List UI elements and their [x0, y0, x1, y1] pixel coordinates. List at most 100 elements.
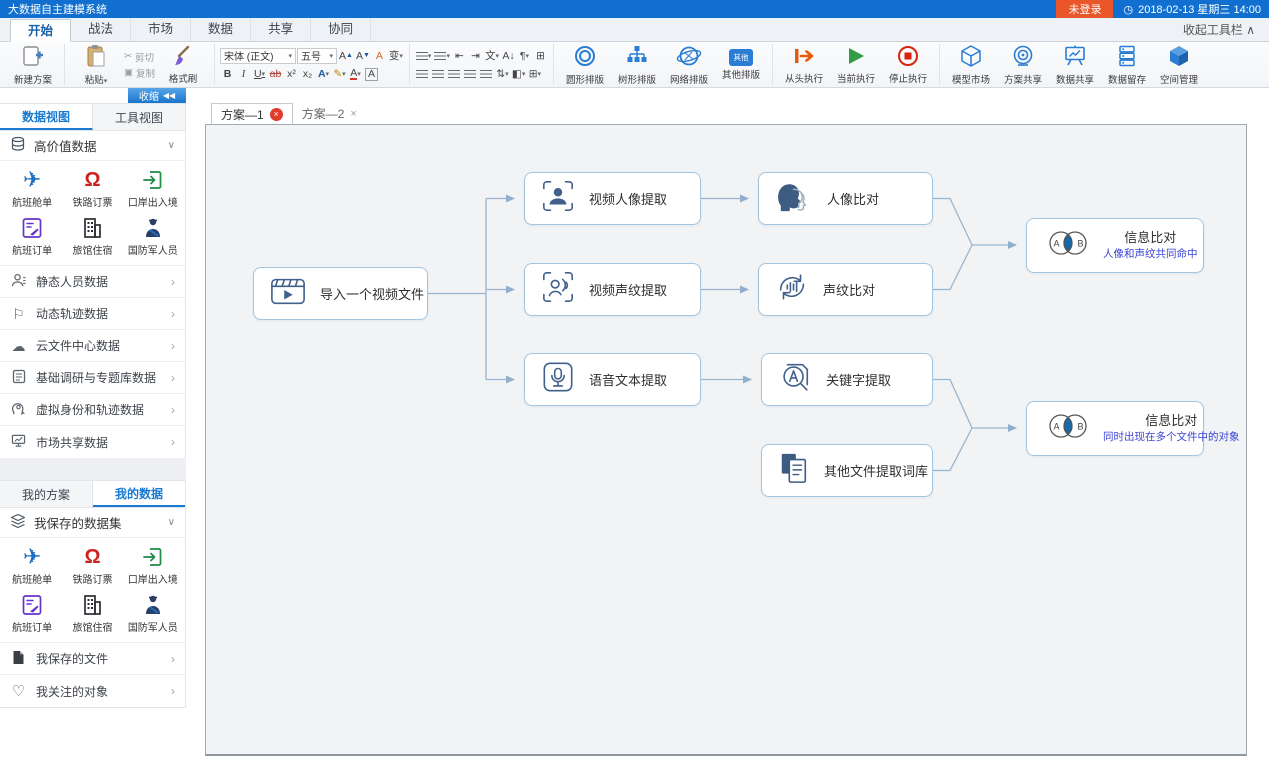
node-other-files-lexicon[interactable]: 其他文件提取词库 [761, 444, 933, 497]
tab-data-view[interactable]: 数据视图 [0, 104, 93, 130]
dataset-military-personnel[interactable]: 国防军人员 [123, 592, 183, 634]
font-family-select[interactable]: 宋体 (正文) ▾ [220, 48, 296, 64]
ribbon-tab-tactics[interactable]: 战法 [71, 18, 131, 41]
dataset-military-personnel[interactable]: 国防军人员 [123, 215, 183, 257]
show-marks-button[interactable]: ¶▾ [517, 48, 532, 63]
dataset-railway-ticket[interactable]: Ω 铁路订票 [62, 544, 122, 586]
sidebar-item-research-library-data[interactable]: 基础调研与专题库数据 › [0, 362, 185, 394]
dataset-flight-manifest[interactable]: ✈ 航班舱单 [2, 544, 62, 586]
shrink-font-button[interactable]: A▼ [355, 48, 371, 63]
node-import-video-file[interactable]: 导入一个视频文件 [253, 267, 428, 320]
sidebar-item-virtual-identity-data[interactable]: 虚拟身份和轨迹数据 › [0, 394, 185, 426]
tab-tool-view[interactable]: 工具视图 [93, 104, 185, 130]
flowchart-canvas[interactable]: 导入一个视频文件 视频人像提取 视频声纹提取 语音文本提取 人像比对 [205, 124, 1247, 756]
node-info-comparison-bottom[interactable]: AB 信息比对 同时出现在多个文件中的对象 [1026, 401, 1204, 456]
sidebar-item-static-person-data[interactable]: 静态人员数据 › [0, 266, 185, 298]
run-from-start-button[interactable]: 从头执行 [778, 44, 830, 86]
paste-button[interactable]: 粘贴▾ [70, 43, 122, 87]
ribbon-tab-start[interactable]: 开始 [10, 19, 71, 42]
borders-button[interactable]: ⊞▾ [527, 66, 542, 81]
asian-layout-button[interactable]: 文▾ [484, 48, 500, 63]
outdent-button[interactable]: ⇤ [452, 48, 467, 63]
indent-button[interactable]: ⇥ [468, 48, 483, 63]
ribbon-tab-share[interactable]: 共享 [251, 18, 311, 41]
data-share-button[interactable]: 数据共享 [1049, 43, 1101, 87]
tab-my-data[interactable]: 我的数据 [93, 481, 185, 507]
circular-layout-button[interactable]: 圆形排版 [559, 43, 611, 87]
clear-format-button[interactable]: A [372, 48, 387, 63]
sort-button[interactable]: A↓ [501, 48, 516, 63]
sidebar-collapse-button[interactable]: 收缩 ◀◀ [128, 88, 186, 103]
numbered-list-button[interactable]: ▾ [433, 48, 451, 63]
group-clipboard: 粘贴▾ ✂ 剪切 ▣ 复制 格式刷 [65, 44, 215, 85]
dataset-railway-ticket[interactable]: Ω 铁路订票 [62, 167, 122, 209]
insert-table-button[interactable]: ⊞ [533, 48, 548, 63]
distribute-button[interactable] [479, 66, 494, 81]
copy-button[interactable]: ▣ 复制 [122, 66, 157, 80]
node-info-comparison-top[interactable]: AB 信息比对 人像和声纹共同命中 [1026, 218, 1204, 273]
collapse-toolbar-button[interactable]: 收起工具栏 ∧ [1183, 21, 1269, 38]
ribbon-tab-data[interactable]: 数据 [191, 18, 251, 41]
model-market-button[interactable]: 模型市场 [945, 43, 997, 87]
align-center-button[interactable] [431, 66, 446, 81]
bullet-list-button[interactable]: ▾ [415, 48, 433, 63]
underline-button[interactable]: U▾ [252, 67, 267, 82]
node-speech-to-text-extraction[interactable]: 语音文本提取 [524, 353, 701, 406]
dataset-hotel-stay[interactable]: 旅馆住宿 [62, 592, 122, 634]
node-keyword-extraction[interactable]: 关键字提取 [761, 353, 933, 406]
tab-my-plans[interactable]: 我的方案 [0, 481, 93, 507]
bold-button[interactable]: B [220, 67, 235, 82]
sidebar-item-dynamic-track-data[interactable]: ⚐ 动态轨迹数据 › [0, 298, 185, 330]
space-management-button[interactable]: 空间管理 [1153, 43, 1205, 87]
justify-button[interactable] [463, 66, 478, 81]
network-layout-button[interactable]: 网络排版 [663, 43, 715, 87]
italic-button[interactable]: I [236, 67, 251, 82]
close-tab-icon[interactable]: × [350, 108, 356, 120]
superscript-button[interactable]: x² [284, 67, 299, 82]
section-saved-datasets[interactable]: 我保存的数据集 ∨ [0, 508, 185, 538]
dataset-border-entry-exit[interactable]: 口岸出入境 [123, 544, 183, 586]
login-status-badge[interactable]: 未登录 [1056, 0, 1113, 18]
strikethrough-button[interactable]: ab [268, 67, 283, 82]
stop-execution-button[interactable]: 停止执行 [882, 44, 934, 86]
sidebar-item-market-shared-data[interactable]: 市场共享数据 › [0, 426, 185, 458]
ribbon-tab-collab[interactable]: 协同 [311, 18, 371, 41]
line-spacing-button[interactable]: ⇅▾ [495, 66, 510, 81]
node-video-voiceprint-extraction[interactable]: 视频声纹提取 [524, 263, 701, 316]
new-plan-button[interactable]: 新建方案 [7, 43, 59, 87]
align-right-button[interactable] [447, 66, 462, 81]
plan-share-button[interactable]: 方案共享 [997, 43, 1049, 87]
grow-font-button[interactable]: A▲ [338, 48, 354, 63]
data-retention-button[interactable]: 数据留存 [1101, 43, 1153, 87]
tree-layout-button[interactable]: 树形排版 [611, 43, 663, 87]
sidebar-item-cloud-file-data[interactable]: ☁ 云文件中心数据 › [0, 330, 185, 362]
subscript-button[interactable]: x₂ [300, 67, 315, 82]
format-painter-button[interactable]: 格式刷 [157, 44, 209, 86]
char-shading-button[interactable]: A [364, 67, 379, 82]
align-left-button[interactable] [415, 66, 430, 81]
node-voiceprint-comparison[interactable]: 声纹比对 [758, 263, 933, 316]
highlight-button[interactable]: ✎▾ [332, 67, 347, 82]
dataset-flight-manifest[interactable]: ✈ 航班舱单 [2, 167, 62, 209]
ribbon-tab-market[interactable]: 市场 [131, 18, 191, 41]
dataset-flight-order[interactable]: 航班订单 [2, 215, 62, 257]
cut-button[interactable]: ✂ 剪切 [122, 50, 157, 64]
section-high-value-data[interactable]: 高价值数据 ∨ [0, 131, 185, 161]
font-size-select[interactable]: 五号 ▾ [297, 48, 337, 64]
node-video-face-extraction[interactable]: 视频人像提取 [524, 172, 701, 225]
node-face-comparison[interactable]: 人像比对 [758, 172, 933, 225]
doc-tab-plan-1[interactable]: 方案—1 × [211, 103, 293, 124]
change-case-button[interactable]: 变▾ [388, 48, 404, 63]
text-effects-button[interactable]: A▾ [316, 67, 331, 82]
sidebar-item-my-saved-files[interactable]: 我保存的文件 › [0, 643, 185, 675]
close-tab-icon[interactable]: × [270, 108, 283, 121]
dataset-border-entry-exit[interactable]: 口岸出入境 [123, 167, 183, 209]
other-layout-button[interactable]: 其他 其他排版 [715, 48, 767, 82]
run-current-button[interactable]: 当前执行 [830, 44, 882, 86]
dataset-flight-order[interactable]: 航班订单 [2, 592, 62, 634]
doc-tab-plan-2[interactable]: 方案—2 × [293, 103, 366, 124]
font-color-button[interactable]: A▾ [348, 67, 363, 82]
dataset-hotel-stay[interactable]: 旅馆住宿 [62, 215, 122, 257]
sidebar-item-followed-objects[interactable]: ♡ 我关注的对象 › [0, 675, 185, 707]
shading-fill-button[interactable]: ◧▾ [511, 66, 526, 81]
